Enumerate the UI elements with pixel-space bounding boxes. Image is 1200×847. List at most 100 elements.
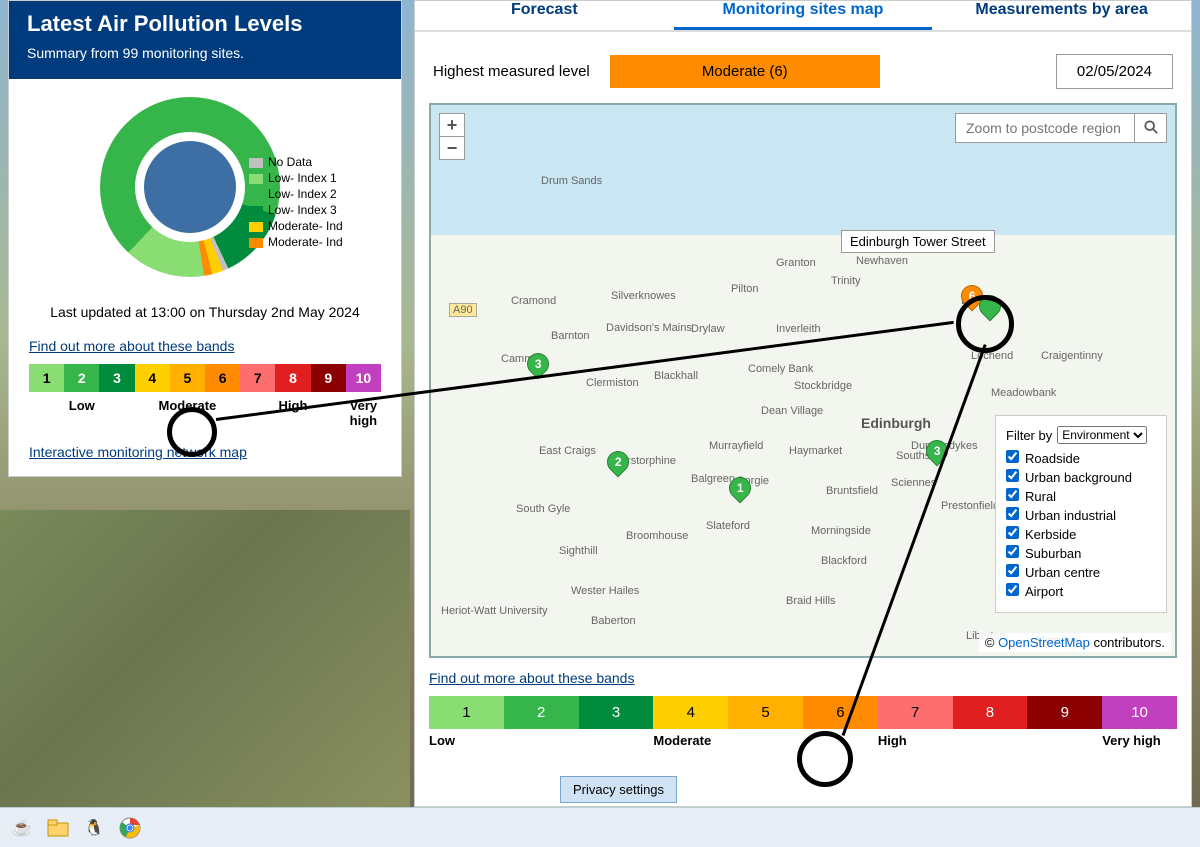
map-place-label: Silverknowes — [611, 290, 676, 302]
map-place-label: South Gyle — [516, 503, 570, 515]
map-marker[interactable]: 3 — [926, 440, 948, 468]
filter-option[interactable]: Suburban — [1006, 545, 1156, 561]
map-place-label: Sighthill — [559, 545, 598, 557]
taskbar-chrome[interactable] — [114, 812, 146, 844]
filter-checkbox[interactable] — [1006, 507, 1019, 520]
map-place-label: Pilton — [731, 283, 759, 295]
tab-measurements[interactable]: Measurements by area — [932, 1, 1191, 30]
map-place-label: East Craigs — [539, 445, 596, 457]
filter-checkbox[interactable] — [1006, 545, 1019, 558]
chrome-icon — [119, 817, 141, 839]
taskbar-app-1[interactable]: ☕ — [6, 812, 38, 844]
filter-checkbox[interactable] — [1006, 583, 1019, 596]
legend-item: No Data — [249, 155, 343, 169]
legend-item: Moderate- Ind — [249, 219, 343, 233]
osm-link[interactable]: OpenStreetMap — [998, 635, 1090, 650]
map-place-label: Morningside — [811, 525, 871, 537]
date-selector[interactable]: 02/05/2024 — [1056, 54, 1173, 89]
map-place-label: Craigentinny — [1041, 350, 1103, 362]
map-place-label: Lochend — [971, 350, 1013, 362]
filter-checkbox[interactable] — [1006, 526, 1019, 539]
band-cell-6: 6 — [803, 696, 878, 729]
zoom-controls: + − — [439, 113, 465, 160]
taskbar-app-3[interactable]: 🐧 — [78, 812, 110, 844]
map-marker[interactable]: 1 — [729, 477, 751, 505]
map-place-label: Comely Bank — [748, 363, 813, 375]
map-place-label: Dean Village — [761, 405, 823, 417]
map-place-label: Slateford — [706, 520, 750, 532]
map-place-label: Sciennes — [891, 477, 936, 489]
map-container[interactable]: + − Edinburgh Tower Street Drum SandsCra… — [429, 103, 1177, 658]
filter-checkbox[interactable] — [1006, 450, 1019, 463]
filter-option[interactable]: Urban background — [1006, 469, 1156, 485]
tab-monitoring-map[interactable]: Monitoring sites map — [674, 1, 933, 30]
band-cell-5: 5 — [728, 696, 803, 729]
filter-option[interactable]: Rural — [1006, 488, 1156, 504]
band-cell-3: 3 — [99, 364, 134, 392]
map-place-label: Blackford — [821, 555, 867, 567]
filter-checkbox[interactable] — [1006, 469, 1019, 482]
postcode-search-button[interactable] — [1135, 113, 1167, 143]
sidebar-title: Latest Air Pollution Levels — [27, 11, 383, 37]
tab-bar: Forecast Monitoring sites map Measuremen… — [415, 1, 1191, 32]
privacy-settings-button[interactable]: Privacy settings — [560, 776, 677, 803]
postcode-search-input[interactable] — [955, 113, 1135, 143]
map-place-label: Wester Hailes — [571, 585, 639, 597]
map-place-label: Newhaven — [856, 255, 908, 267]
band-cell-8: 8 — [953, 696, 1028, 729]
legend-item: Moderate- Ind — [249, 235, 343, 249]
map-place-label: Heriot-Watt University — [441, 605, 548, 617]
band-categories-bottom: Low Moderate High Very high — [415, 733, 1191, 758]
band-cell-1: 1 — [29, 364, 64, 392]
bands-info-link[interactable]: Find out more about these bands — [9, 338, 401, 354]
map-place-label: Drum Sands — [541, 175, 602, 187]
map-road-label: A90 — [449, 303, 477, 317]
filter-select[interactable]: Environment — [1057, 426, 1147, 444]
band-cell-7: 7 — [240, 364, 275, 392]
map-marker[interactable] — [979, 295, 1001, 323]
map-place-label: Braid Hills — [786, 595, 836, 607]
band-scale-sidebar: 12345678910 — [9, 364, 401, 398]
band-cell-4: 4 — [653, 696, 728, 729]
filter-checkbox[interactable] — [1006, 564, 1019, 577]
search-icon — [1144, 120, 1158, 134]
folder-icon — [47, 818, 69, 838]
zoom-out-button[interactable]: − — [440, 137, 464, 159]
sidebar-panel: Latest Air Pollution Levels Summary from… — [8, 0, 402, 477]
band-cell-10: 10 — [346, 364, 381, 392]
map-place-label: Davidson's Mains — [606, 322, 692, 334]
map-marker[interactable]: 2 — [607, 451, 629, 479]
legend-item: Low- Index 3 — [249, 203, 343, 217]
band-cell-2: 2 — [64, 364, 99, 392]
map-place-label: Barnton — [551, 330, 590, 342]
zoom-in-button[interactable]: + — [440, 114, 464, 137]
donut-chart: No DataLow- Index 1Low- Index 2Low- Inde… — [9, 79, 401, 292]
last-updated-text: Last updated at 13:00 on Thursday 2nd Ma… — [9, 292, 401, 338]
map-place-label: Prestonfield — [941, 500, 999, 512]
map-marker[interactable]: 3 — [527, 353, 549, 381]
interactive-map-link[interactable]: Interactive monitoring network map — [9, 444, 401, 476]
taskbar-file-explorer[interactable] — [42, 812, 74, 844]
band-cell-7: 7 — [878, 696, 953, 729]
highest-level-label: Highest measured level — [433, 63, 590, 80]
map-place-label: Baberton — [591, 615, 636, 627]
sidebar-subtitle: Summary from 99 monitoring sites. — [27, 45, 383, 61]
map-place-label: Murrayfield — [709, 440, 763, 452]
filter-option[interactable]: Kerbside — [1006, 526, 1156, 542]
band-scale-bottom: 12345678910 — [415, 696, 1191, 733]
filter-option[interactable]: Urban industrial — [1006, 507, 1156, 523]
bands-info-link-bottom[interactable]: Find out more about these bands — [415, 658, 1191, 696]
filter-checkbox[interactable] — [1006, 488, 1019, 501]
filter-option[interactable]: Urban centre — [1006, 564, 1156, 580]
tab-forecast[interactable]: Forecast — [415, 1, 674, 30]
map-place-label: Stockbridge — [794, 380, 852, 392]
highest-level-badge: Moderate (6) — [610, 55, 880, 88]
sidebar-header: Latest Air Pollution Levels Summary from… — [9, 1, 401, 79]
filter-option[interactable]: Roadside — [1006, 450, 1156, 466]
map-place-label: Broomhouse — [626, 530, 688, 542]
filter-label: Filter by — [1006, 428, 1052, 443]
legend-item: Low- Index 2 — [249, 187, 343, 201]
band-cell-3: 3 — [579, 696, 654, 729]
filter-option[interactable]: Airport — [1006, 583, 1156, 599]
map-place-label: Inverleith — [776, 323, 821, 335]
